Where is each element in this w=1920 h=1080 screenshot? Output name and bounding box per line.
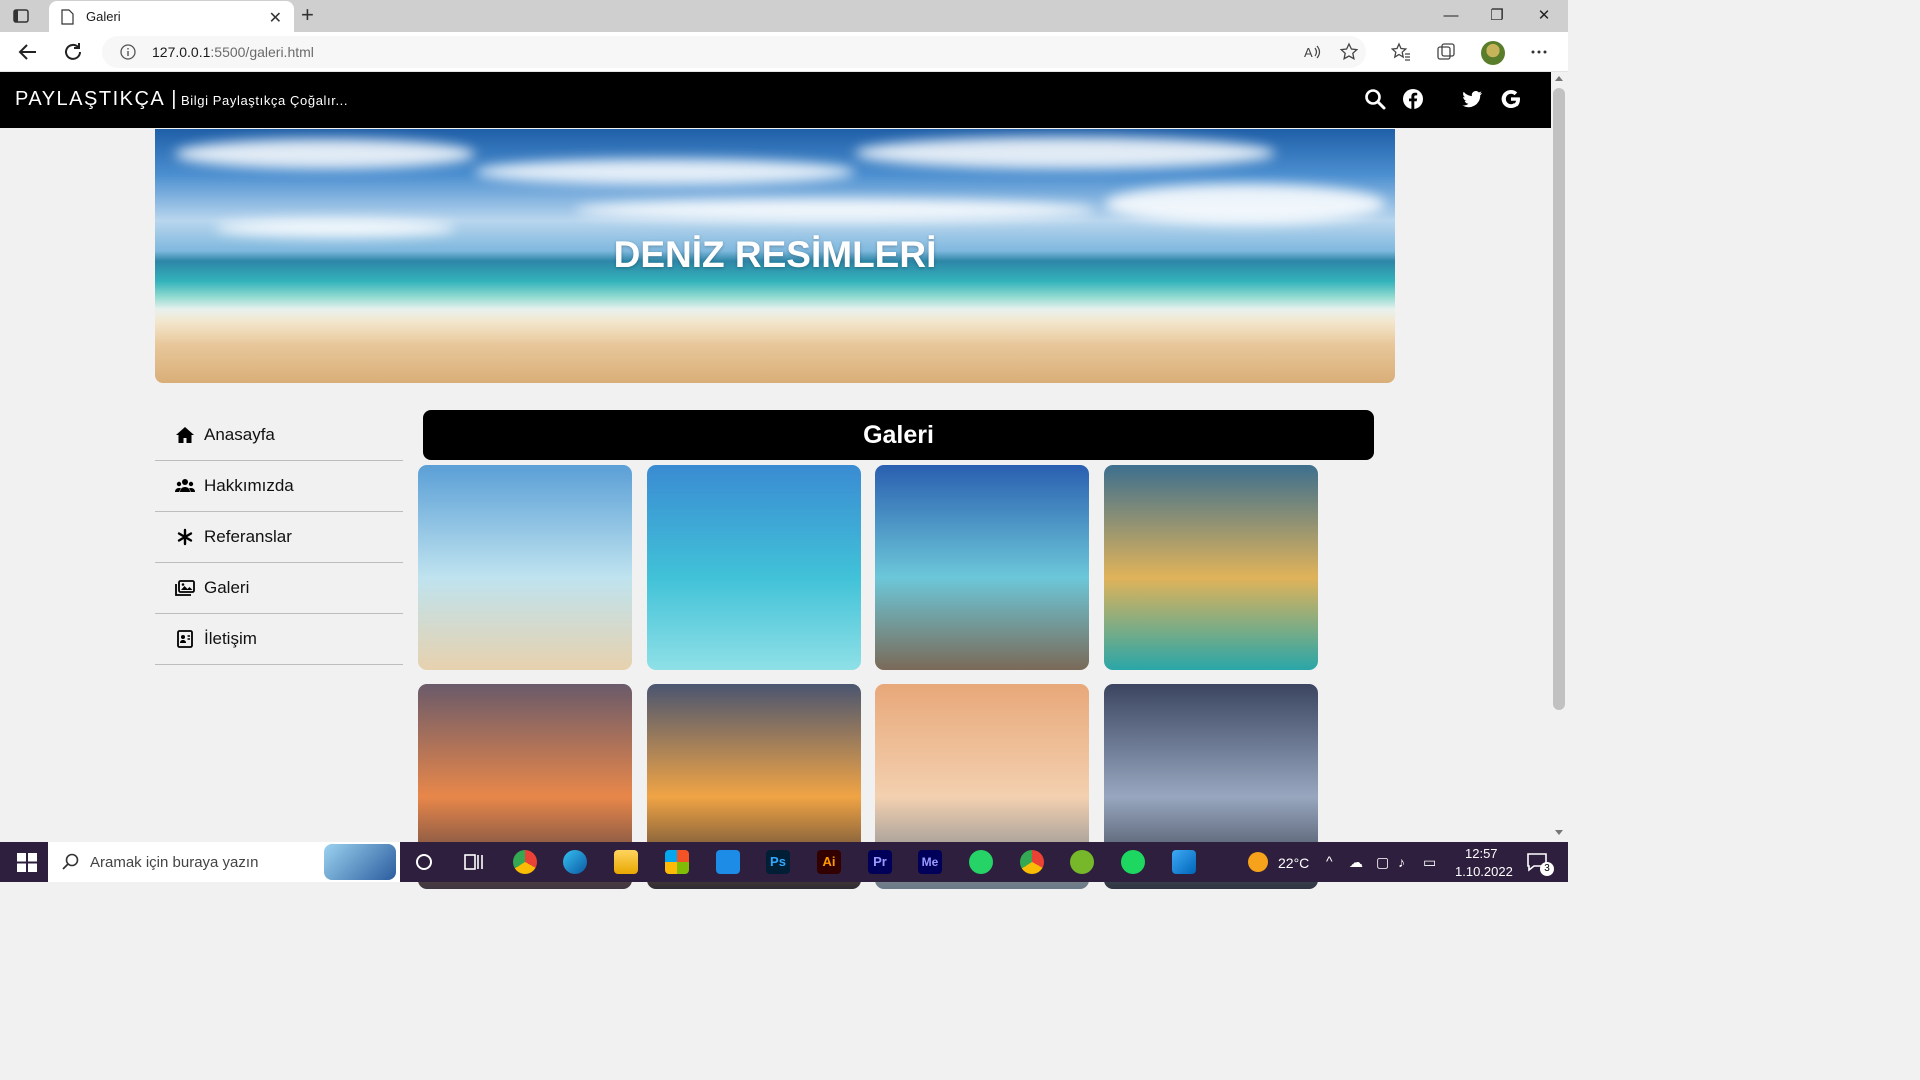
browser-tab[interactable]: Galeri ✕ [49,1,294,32]
search-icon[interactable] [1364,88,1386,110]
facebook-icon[interactable] [1402,88,1424,110]
task-view-icon[interactable] [462,850,486,874]
favorite-add-icon[interactable] [1339,42,1359,62]
minimize-icon[interactable]: — [1428,0,1474,32]
illustrator-icon[interactable]: Ai [817,850,841,874]
close-tab-icon[interactable]: ✕ [269,8,282,28]
clock-date[interactable]: 1.10.2022 [1455,864,1513,879]
banner-cloud [1105,184,1385,224]
temperature-label: 22°C [1278,855,1310,871]
weather-sun-icon[interactable] [1248,852,1268,872]
banner-title: DENİZ RESİMLERİ [613,234,937,275]
gallery-image[interactable] [1104,465,1318,670]
users-icon [175,479,195,492]
chrome-profile-icon[interactable] [1020,850,1044,874]
site-info-icon[interactable] [120,44,136,60]
windows-taskbar: Aramak için buraya yazın Ps Ai Pr Me 22°… [0,842,1568,882]
brand-logo-text[interactable]: PAYLAŞTIKÇA | [15,88,178,111]
file-explorer-icon[interactable] [614,850,638,874]
asterisk-icon [177,528,193,546]
sidebar-item-hakkimizda[interactable]: Hakkımızda [155,461,403,512]
tab-title: Galeri [86,9,121,24]
search-highlight-image [324,844,396,880]
media-encoder-icon[interactable]: Me [918,850,942,874]
vscode-icon[interactable] [1172,850,1196,874]
chrome-icon[interactable] [513,850,537,874]
twitter-icon[interactable] [1461,88,1483,110]
site-header: PAYLAŞTIKÇA | Bilgi Paylaştıkça Çoğalır.… [0,72,1551,128]
site-tagline: Bilgi Paylaştıkça Çoğalır... [181,93,349,108]
volume-icon[interactable]: ♪ [1398,854,1405,870]
scroll-down-arrow-icon[interactable] [1555,830,1563,835]
images-icon [175,580,195,596]
window-close-icon[interactable]: ✕ [1521,0,1567,32]
premiere-icon[interactable]: Pr [868,850,892,874]
mail-icon[interactable] [716,850,740,874]
gallery-image[interactable] [418,465,632,670]
profile-avatar[interactable] [1481,41,1505,65]
more-menu-icon[interactable] [1529,42,1549,62]
spotify-icon[interactable] [1121,850,1145,874]
sidebar-menu: Anasayfa Hakkımızda Referanslar Galeri İ… [155,410,403,665]
contact-card-icon [177,630,193,648]
sidebar-item-anasayfa[interactable]: Anasayfa [155,410,403,461]
gallery-image[interactable] [647,465,861,670]
banner-cloud [175,139,475,169]
hero-banner: DENİZ RESİMLERİ [155,129,1395,383]
refresh-icon[interactable] [61,40,85,64]
onedrive-icon[interactable]: ☁ [1349,854,1363,871]
banner-cloud [475,159,855,185]
taskbar-search-input[interactable]: Aramak için buraya yazın [48,842,400,882]
banner-cloud [575,199,1095,221]
new-tab-button[interactable]: + [301,3,314,27]
sidebar-item-referanslar[interactable]: Referanslar [155,512,403,563]
address-bar-row: 127.0.0.1:5500/galeri.html A [0,32,1568,72]
home-icon [176,427,194,443]
page-scrollbar[interactable] [1551,72,1568,842]
sidebar-item-label: İletişim [204,629,257,648]
network-icon[interactable]: ▭ [1423,854,1436,871]
utorrent-icon[interactable] [1070,850,1094,874]
photoshop-icon[interactable]: Ps [766,850,790,874]
taskbar-search-placeholder: Aramak için buraya yazın [90,854,259,871]
sidebar-item-label: Anasayfa [204,425,275,444]
favorites-icon[interactable] [1391,42,1411,62]
clock-time[interactable]: 12:57 [1465,846,1498,861]
svg-text:A: A [1304,45,1313,60]
whatsapp-icon[interactable] [969,850,993,874]
scroll-up-arrow-icon[interactable] [1555,76,1563,81]
tab-actions-icon[interactable] [12,7,30,25]
notification-count-badge: 3 [1540,862,1554,876]
sidebar-item-label: Referanslar [204,527,292,546]
edge-icon[interactable] [563,850,587,874]
url-path: :5500/galeri.html [210,44,314,60]
cortana-icon[interactable] [412,850,436,874]
show-hidden-icons-icon[interactable]: ^ [1326,853,1333,869]
browser-tab-strip: Galeri ✕ + — ❐ ✕ [0,0,1568,32]
banner-cloud [855,137,1275,169]
google-icon[interactable] [1500,88,1522,110]
url-text: 127.0.0.1:5500/galeri.html [152,44,314,60]
windows-start-icon[interactable] [15,850,39,874]
page-icon [61,9,74,25]
gallery-title: Galeri [423,410,1374,460]
meet-now-icon[interactable]: ▢ [1376,854,1389,871]
store-icon[interactable] [665,850,689,874]
url-host: 127.0.0.1 [152,44,211,60]
sidebar-item-iletisim[interactable]: İletişim [155,614,403,665]
scroll-thumb[interactable] [1553,88,1565,710]
gallery-image[interactable] [875,465,1089,670]
search-icon [62,853,79,870]
sidebar-item-label: Hakkımızda [204,476,294,495]
url-field[interactable]: 127.0.0.1:5500/galeri.html [102,36,1366,68]
collections-icon[interactable] [1436,42,1456,62]
sidebar-item-label: Galeri [204,578,250,597]
restore-icon[interactable]: ❐ [1474,0,1520,32]
read-aloud-icon[interactable]: A [1302,42,1322,62]
back-icon[interactable] [16,40,40,64]
sidebar-item-galeri[interactable]: Galeri [155,563,403,614]
